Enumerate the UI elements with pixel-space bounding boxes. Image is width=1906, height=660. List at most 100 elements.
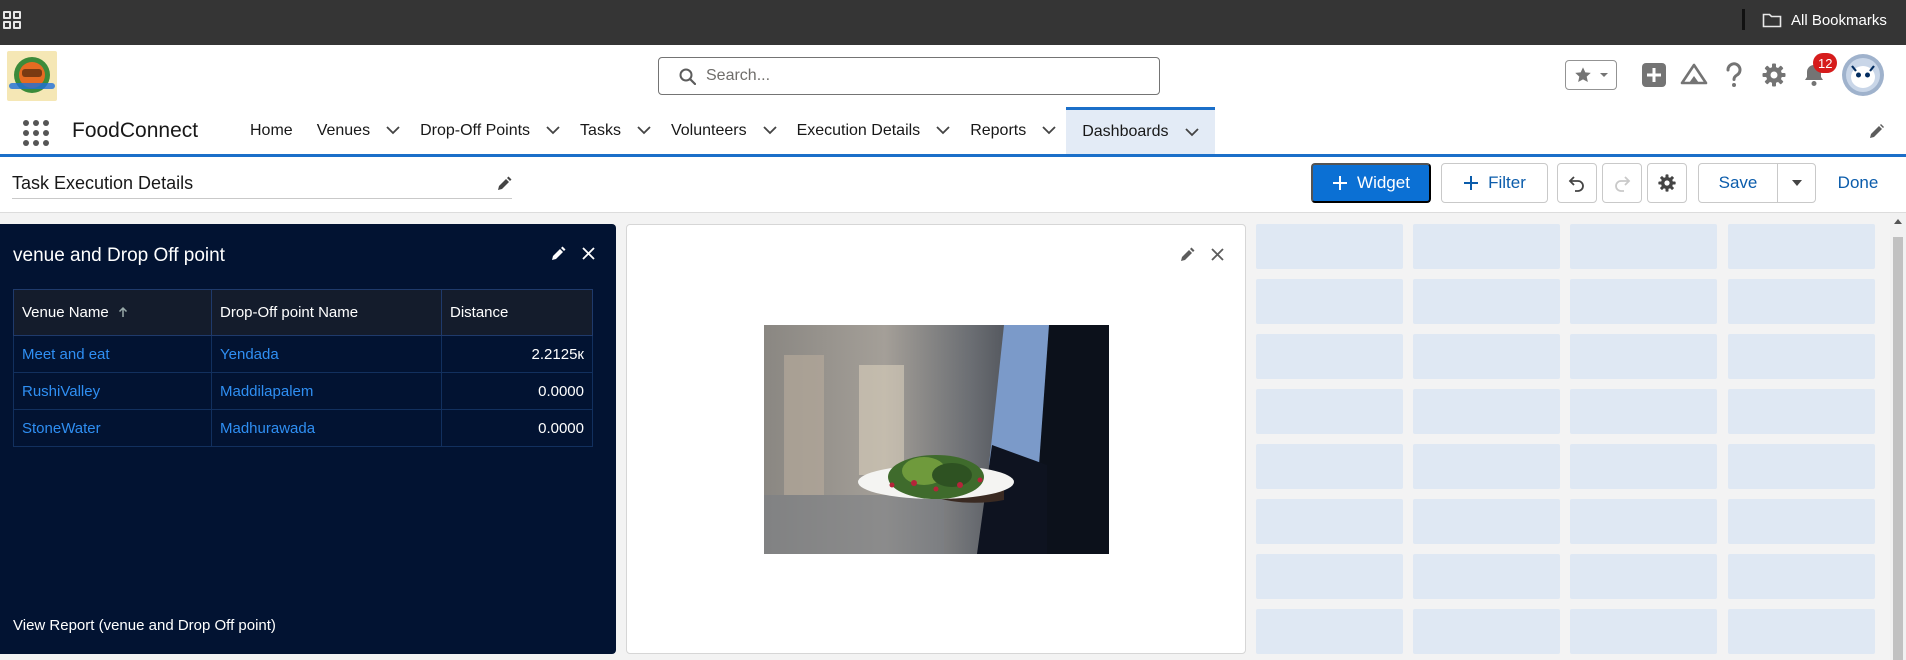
nav-tab-label: Drop-Off Points [420,121,531,139]
canvas-scrollbar[interactable] [1890,213,1906,660]
column-header-venue-name[interactable]: Venue Name [13,289,212,336]
grid-placeholder-tile [1570,224,1717,269]
distance-value: 2.2125к [441,335,593,373]
table-row: RushiValley Maddilapalem 0.0000 [13,372,593,410]
grid-placeholder-tile [1256,334,1403,379]
gear-icon [1658,174,1676,192]
global-search[interactable] [658,57,1160,95]
drop-off-point-link[interactable]: Maddilapalem [211,372,442,410]
app-navigation: FoodConnect Home Venues Drop-Off Points … [0,107,1906,157]
nav-tab-dashboards[interactable]: Dashboards [1066,107,1215,154]
help-button[interactable] [1714,55,1754,95]
nav-tabs: Home Venues Drop-Off Points Tasks Volunt… [240,107,1215,154]
favorites-button[interactable] [1565,60,1617,90]
nav-tab-tasks[interactable]: Tasks [570,107,661,154]
dashboard-builder-toolbar: Task Execution Details Widget Filter Sav… [0,157,1906,213]
app-name: FoodConnect [72,119,199,142]
chevron-down-icon[interactable] [762,126,777,135]
all-bookmarks-button[interactable]: All Bookmarks [1762,9,1887,31]
save-options-button[interactable] [1777,163,1816,203]
dashboard-properties-button[interactable] [1647,163,1687,203]
image-widget[interactable] [626,224,1246,654]
nav-tab-venues[interactable]: Venues [307,107,410,154]
table-row: Meet and eat Yendada 2.2125к [13,335,593,373]
nav-tab-execution-details[interactable]: Execution Details [787,107,961,154]
trailhead-button[interactable] [1674,55,1714,95]
edit-widget-button[interactable] [547,242,569,264]
chevron-down-icon[interactable] [1042,126,1056,135]
venue-name-link[interactable]: Meet and eat [13,335,212,373]
chevron-down-icon [1791,180,1802,186]
nav-tab-label: Tasks [580,121,621,139]
dashboard-name: Task Execution Details [12,173,194,193]
venue-name-link[interactable]: StoneWater [13,409,212,447]
undo-button[interactable] [1557,163,1597,203]
done-button[interactable]: Done [1826,163,1890,203]
chevron-down-icon[interactable] [1599,71,1609,79]
dashboard-name-field[interactable]: Task Execution Details [12,171,512,199]
setup-button[interactable] [1754,55,1794,95]
plus-square-icon [1642,63,1666,87]
distance-value: 0.0000 [441,409,593,447]
grid-placeholder-tile [1413,224,1560,269]
grid-placeholder-tile [1570,499,1717,544]
redo-button[interactable] [1602,163,1642,203]
save-button[interactable]: Save [1698,163,1778,203]
distance-value: 0.0000 [441,372,593,410]
search-input[interactable] [706,67,1146,85]
grid-placeholder-tile [1728,554,1875,599]
apps-grid-icon[interactable] [3,11,21,29]
grid-placeholder-tile [1728,444,1875,489]
nav-tab-label: Home [250,121,293,139]
grid-placeholder-tile [1570,444,1717,489]
edit-widget-button[interactable] [1176,243,1198,265]
drop-off-point-link[interactable]: Yendada [211,335,442,373]
nav-tab-reports[interactable]: Reports [960,107,1066,154]
add-filter-button[interactable]: Filter [1441,163,1548,203]
avatar-icon [1846,58,1880,92]
trailhead-icon [1680,63,1708,85]
user-avatar[interactable] [1842,54,1884,96]
nav-tab-volunteers[interactable]: Volunteers [661,107,787,154]
remove-widget-button[interactable] [1206,243,1228,265]
table-widget[interactable]: venue and Drop Off point Venue Name Drop… [0,224,616,654]
widget-title: venue and Drop Off point [13,245,225,266]
add-widget-button[interactable]: Widget [1311,163,1431,203]
grid-placeholder-tile [1413,609,1560,654]
chevron-down-icon[interactable] [637,126,651,135]
filter-button-label: Filter [1488,173,1526,192]
grid-placeholder-tile [1728,279,1875,324]
app-logo[interactable] [7,51,57,101]
nav-tab-label: Reports [970,121,1027,139]
grid-placeholder-tile [1256,499,1403,544]
done-button-label: Done [1837,173,1879,192]
report-table: Venue Name Drop-Off point Name Distance … [13,289,593,447]
chevron-down-icon[interactable] [936,126,950,135]
notifications-button[interactable]: 12 [1794,53,1838,95]
global-header: 12 [0,45,1906,107]
table-row: StoneWater Madhurawada 0.0000 [13,409,593,447]
column-header-drop-off-point-name[interactable]: Drop-Off point Name [211,289,442,336]
drop-off-point-link[interactable]: Madhurawada [211,409,442,447]
chevron-down-icon[interactable] [386,126,400,135]
venue-name-link[interactable]: RushiValley [13,372,212,410]
view-report-link[interactable]: View Report (venue and Drop Off point) [13,617,276,634]
column-header-distance[interactable]: Distance [441,289,593,336]
notification-count-badge: 12 [1813,53,1838,73]
nav-tab-label: Volunteers [670,121,747,139]
grid-placeholder-tile [1413,334,1560,379]
nav-tab-drop-off-points[interactable]: Drop-Off Points [410,107,570,154]
pencil-icon [551,246,565,260]
nav-tab-label: Execution Details [796,121,921,139]
edit-nav-pencil-icon[interactable] [1868,123,1885,140]
chevron-down-icon[interactable] [546,126,560,135]
nav-tab-home[interactable]: Home [240,107,307,154]
grid-placeholder-tile [1570,389,1717,434]
remove-widget-button[interactable] [577,242,599,264]
browser-bookmarks-bar: All Bookmarks [0,0,1906,45]
chevron-down-icon[interactable] [1184,127,1199,137]
pencil-icon[interactable] [497,176,512,191]
global-actions-button[interactable] [1634,55,1674,95]
app-launcher-icon[interactable] [23,120,49,146]
column-header-label: Drop-Off point Name [220,304,359,321]
